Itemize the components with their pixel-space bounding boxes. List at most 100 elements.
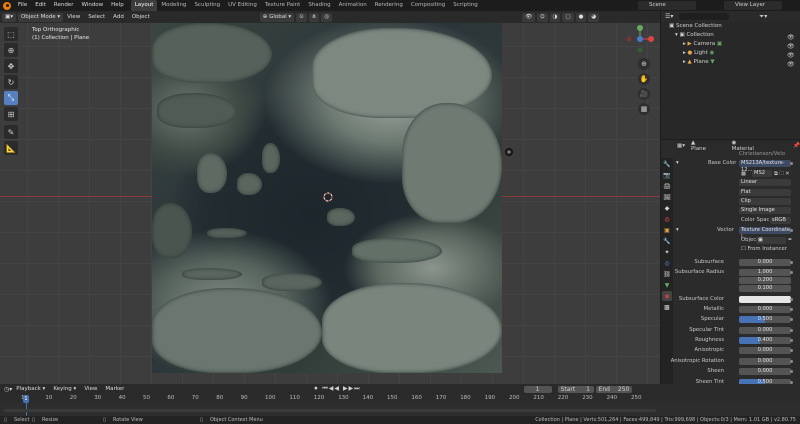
property-field[interactable]: 1.000 (739, 269, 791, 276)
outliner-item-plane[interactable]: ▸ ▲ Plane ▼ (661, 58, 800, 67)
outliner-scene-collection[interactable]: ▣ Scene Collection (661, 22, 800, 31)
property-field[interactable] (739, 296, 791, 303)
tab-modeling[interactable]: Modeling (157, 0, 190, 11)
property-field[interactable]: 0.100 (739, 285, 791, 292)
tab-uv-editing[interactable]: UV Editing (224, 0, 261, 11)
select-tool-icon[interactable]: ⬚ (4, 27, 18, 41)
base-color-expander[interactable]: ▾ (676, 159, 679, 167)
property-field[interactable]: 0.200 (739, 277, 791, 284)
socket-dot[interactable] (790, 261, 793, 264)
proportional-icon[interactable]: ◎ (321, 12, 333, 22)
annotate-tool-icon[interactable]: ✎ (4, 125, 18, 139)
blender-logo-icon[interactable] (3, 1, 11, 10)
scale-tool-icon[interactable]: ⤡ (4, 91, 18, 105)
socket-dot[interactable] (790, 329, 793, 332)
image-slot-field[interactable]: MS2 (752, 170, 772, 177)
ortho-toggle-icon[interactable]: ▦ (638, 103, 650, 115)
socket-dot[interactable] (790, 308, 793, 311)
playhead-indicator[interactable]: 1 (23, 395, 29, 403)
outliner-editor-icon[interactable]: ☰▾ (665, 13, 673, 20)
object-tab-icon[interactable]: ▣ (662, 225, 672, 235)
color-space-dropdown[interactable]: sRGB (770, 217, 791, 224)
particles-tab-icon[interactable]: ✦ (662, 247, 672, 257)
viewport-menu-select[interactable]: Select (84, 11, 109, 23)
timeline-editor-icon[interactable]: ◷▾ (4, 386, 12, 393)
editor-type-button[interactable]: ▣▾ (2, 12, 16, 22)
world-tab-icon[interactable]: ◍ (662, 214, 672, 224)
playback-controls-icon[interactable]: ⏮◀◀ ▶▶⏭ (322, 385, 360, 393)
image-actions-icons[interactable]: ⧉🗀✕ (774, 170, 791, 178)
property-field[interactable]: 0.000 (739, 259, 791, 266)
tab-sculpting[interactable]: Sculpting (190, 0, 224, 11)
menu-render[interactable]: Render (50, 0, 78, 11)
navigation-gizmo-icon[interactable] (625, 24, 655, 54)
property-field[interactable]: 0.000 (739, 347, 791, 354)
camera-view-icon[interactable]: 🎥 (638, 88, 650, 100)
transform-tool-icon[interactable]: ⊞ (4, 107, 18, 121)
overlay-toggle-icon[interactable]: ◑ (549, 12, 561, 22)
scene-selector[interactable]: Scene (638, 1, 696, 10)
record-icon[interactable]: ⏺ (314, 385, 317, 393)
menu-window[interactable]: Window (77, 0, 107, 11)
extension-dropdown[interactable]: Clip (739, 198, 791, 205)
socket-dot[interactable] (790, 339, 793, 342)
end-frame-field[interactable]: End 250 (595, 385, 632, 393)
pan-hand-icon[interactable]: ✋ (638, 73, 650, 85)
material-tab-icon[interactable]: ◉ (662, 291, 672, 301)
gizmo-toggle-icon[interactable]: ⛭ (537, 12, 548, 22)
tab-compositing[interactable]: Compositing (407, 0, 449, 11)
physics-tab-icon[interactable]: ◎ (662, 258, 672, 268)
outliner-item-camera[interactable]: ▸ ▶ Camera ▣ (661, 40, 800, 49)
property-field[interactable]: 0.000 (739, 327, 791, 334)
xray-icon[interactable]: ▢ (562, 12, 574, 22)
rotate-tool-icon[interactable]: ↻ (4, 75, 18, 89)
property-field[interactable]: 0.000 (739, 306, 791, 313)
start-frame-field[interactable]: Start 1 (557, 385, 594, 393)
properties-editor-icon[interactable]: ▦▾ (677, 143, 685, 149)
output-tab-icon[interactable]: 🖨 (662, 181, 672, 191)
viewport-menu-object[interactable]: Object (128, 11, 154, 23)
source-dropdown[interactable]: Single Image (739, 207, 791, 214)
socket-dot[interactable] (790, 370, 793, 373)
eye-icon[interactable]: 👁 (787, 51, 795, 60)
tool-tab-icon[interactable]: 🔧 (662, 159, 672, 169)
eye-icon[interactable]: 👁 (787, 33, 795, 42)
tab-layout[interactable]: Layout (130, 0, 158, 11)
measure-tool-icon[interactable]: 📐 (4, 141, 18, 155)
interpolation-dropdown[interactable]: Linear (739, 179, 791, 186)
socket-dot[interactable] (790, 271, 793, 274)
tab-texture-paint[interactable]: Texture Paint (261, 0, 305, 11)
scene-tab-icon[interactable]: ◆ (662, 203, 672, 213)
projection-dropdown[interactable]: Flat (739, 189, 791, 196)
modifier-tab-icon[interactable]: 🔧 (662, 236, 672, 246)
texture-tab-icon[interactable]: ▩ (662, 302, 672, 312)
outliner-search-input[interactable] (679, 13, 730, 20)
socket-dot[interactable] (790, 298, 793, 301)
plane-breadcrumb[interactable]: ▲ Plane (691, 140, 710, 152)
outliner-item-collection[interactable]: ▾ ▣ Collection (661, 31, 800, 40)
tab-shading[interactable]: Shading (304, 0, 334, 11)
mode-dropdown[interactable]: Object Mode ▾ (17, 12, 64, 22)
socket-dot[interactable] (790, 162, 793, 165)
current-frame-field[interactable]: 1 (523, 385, 552, 393)
property-field[interactable]: 0.400 (739, 337, 791, 344)
from-instancer-checkbox[interactable]: ☐ From Instancer (741, 245, 787, 253)
menu-edit[interactable]: Edit (31, 0, 50, 11)
shading-solid-icon[interactable]: ● (575, 12, 587, 22)
socket-dot[interactable] (790, 349, 793, 352)
timeline-scrollbar[interactable] (4, 409, 656, 412)
eye-icon[interactable]: 👁 (787, 60, 795, 69)
menu-file[interactable]: File (14, 0, 31, 11)
eyedropper-icon[interactable]: ✒ (788, 236, 792, 244)
object-field[interactable]: ▣ (756, 237, 786, 244)
eye-icon[interactable]: 👁 (787, 42, 795, 51)
property-field[interactable]: 0.000 (739, 358, 791, 365)
zoom-icon[interactable]: ⊕ (638, 58, 650, 70)
property-field[interactable]: 0.500 (739, 316, 791, 323)
property-field[interactable]: 0.000 (739, 368, 791, 375)
filter-icon[interactable]: ⏷▾ (759, 13, 767, 21)
cursor-tool-icon[interactable]: ⊕ (4, 43, 18, 57)
frame-ruler[interactable]: 1102030405060708090100110120130140150160… (0, 394, 800, 403)
visibility-icon[interactable]: 👁 (522, 12, 536, 22)
outliner-item-light[interactable]: ▸ ● Light ◉ (661, 49, 800, 58)
